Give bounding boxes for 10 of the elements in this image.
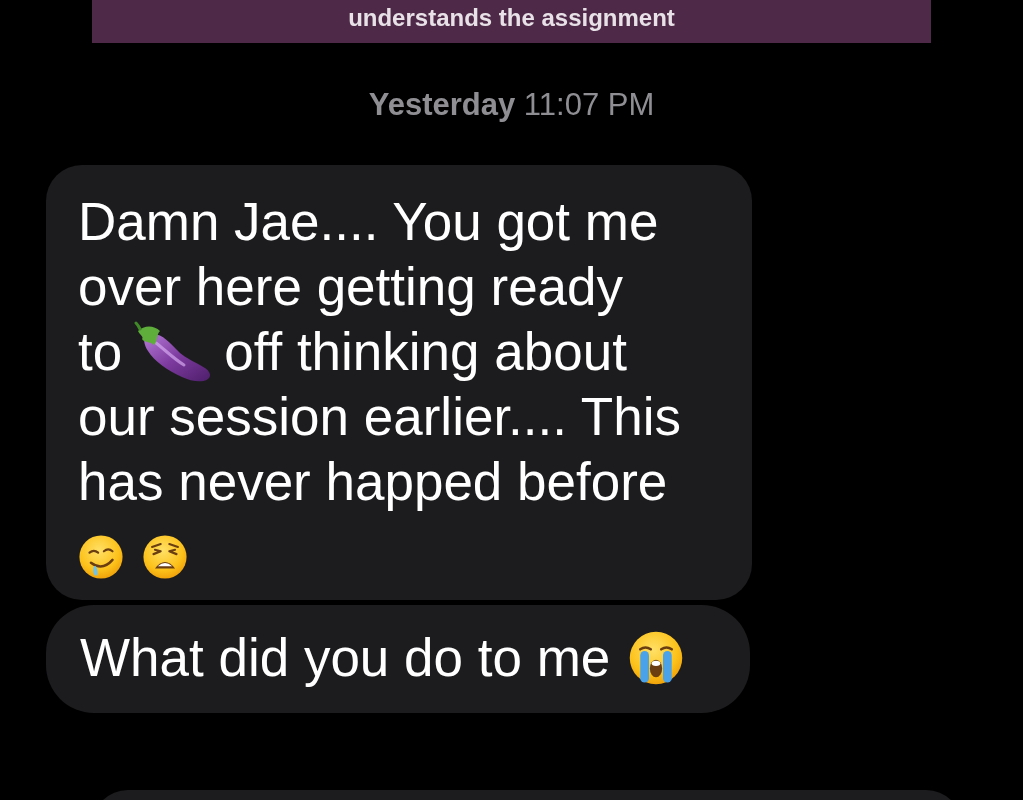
eggplant-icon <box>134 320 213 383</box>
weary-face-icon <box>142 534 188 580</box>
message-text: our session earlier.... This has never happed before <box>78 386 682 513</box>
banner-text: understands the assignment <box>348 4 675 32</box>
drooling-face-icon <box>78 534 124 580</box>
timestamp: Yesterday 11:07 PM <box>368 86 655 124</box>
message-text: off thinking about <box>224 321 627 383</box>
message-text: What did you do to me <box>80 627 611 689</box>
message-text: to <box>78 321 123 383</box>
crying-face-icon <box>628 629 685 686</box>
